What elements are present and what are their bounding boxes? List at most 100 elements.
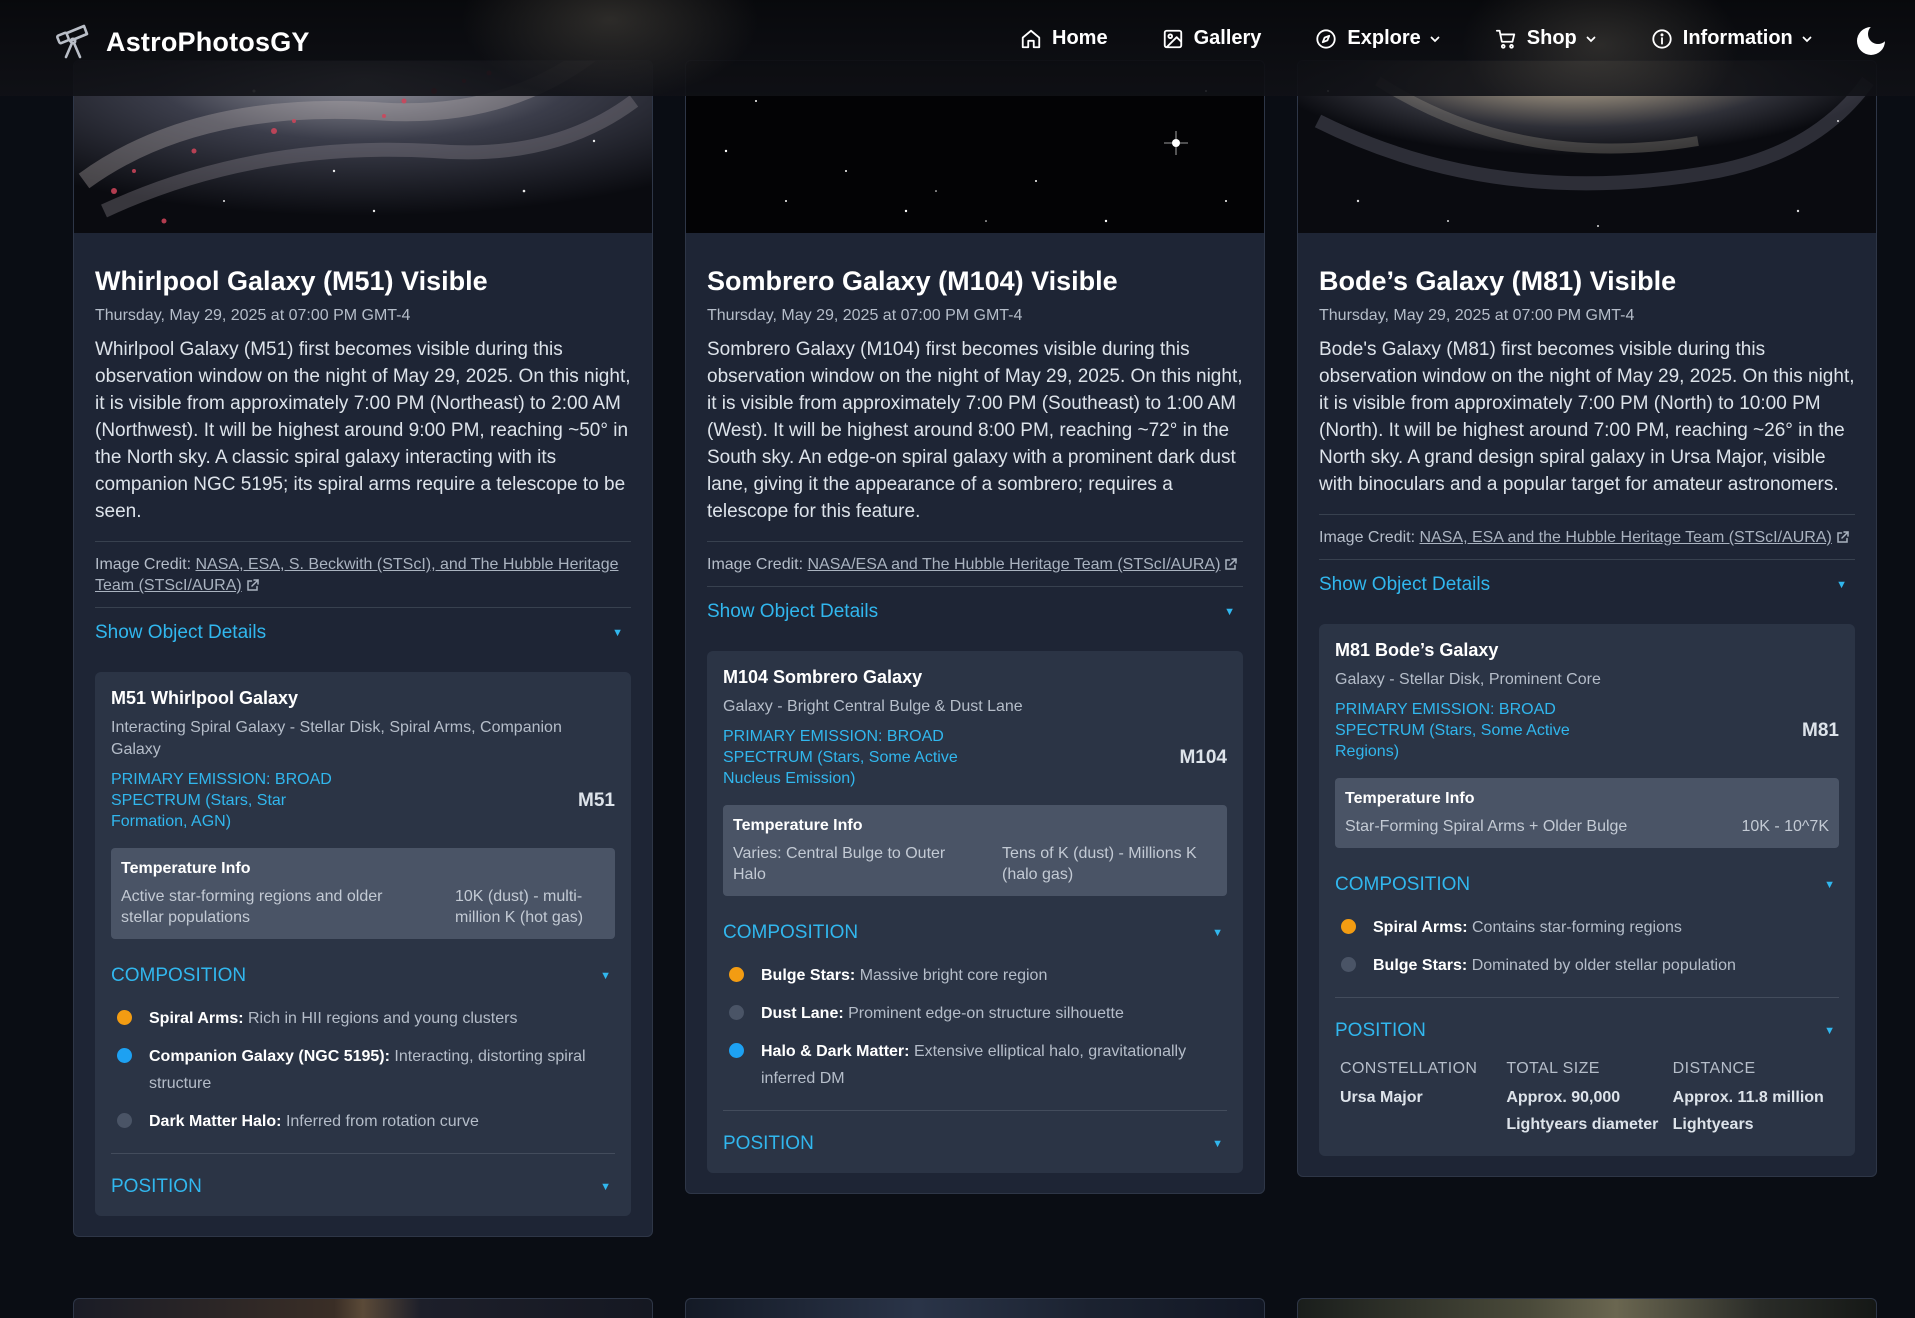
object-code: M81 (1802, 719, 1839, 741)
event-card-m81: Bode’s Galaxy (M81) Visible Thursday, Ma… (1297, 60, 1877, 1177)
composition-text: Prominent edge-on structure silhouette (848, 1005, 1124, 1022)
list-item: Bulge Stars: Dominated by older stellar … (1335, 952, 1839, 979)
moon-icon[interactable] (1856, 26, 1886, 56)
primary-emission: PRIMARY EMISSION: BROAD SPECTRUM (Stars,… (1335, 701, 1570, 760)
list-item: Spiral Arms: Rich in HII regions and you… (111, 1005, 615, 1032)
credit-link[interactable]: NASA/ESA and The Hubble Heritage Team (S… (808, 556, 1239, 573)
nav-gallery-label: Gallery (1193, 27, 1262, 49)
cart-icon (1495, 29, 1515, 49)
show-details-toggle[interactable]: Show Object Details ▼ (707, 586, 1243, 623)
nav-information-label: Information (1682, 27, 1793, 49)
temperature-info: Temperature Info Active star-forming reg… (111, 848, 615, 939)
composition-name: Companion Galaxy (NGC 5195): (149, 1048, 390, 1065)
composition-text: Contains star-forming regions (1472, 919, 1682, 936)
position-value: Ursa Major (1340, 1089, 1423, 1106)
telescope-icon (56, 24, 89, 59)
composition-name: Spiral Arms: (149, 1010, 244, 1027)
composition-text: Inferred from rotation curve (285, 1113, 479, 1130)
caret-down-icon: ▼ (600, 1181, 611, 1193)
composition-list: Bulge Stars: Massive bright core region … (723, 962, 1227, 1092)
home-icon (1021, 29, 1041, 48)
temperature-description: Active star-forming regions and older st… (121, 888, 383, 926)
temperature-title: Temperature Info (121, 860, 251, 877)
show-details-label: Show Object Details (95, 622, 267, 643)
position-key: DISTANCE (1672, 1060, 1756, 1077)
show-details-toggle[interactable]: Show Object Details ▼ (1319, 559, 1855, 596)
credit-label: Image Credit: (95, 556, 192, 573)
caret-down-icon: ▼ (1824, 1025, 1835, 1037)
event-title: Sombrero Galaxy (M104) Visible (707, 266, 1118, 296)
caret-down-icon: ▼ (1824, 879, 1835, 891)
position-toggle[interactable]: POSITION ▼ (1335, 1020, 1839, 1042)
gray-dot-icon (1341, 957, 1356, 972)
position-toggle[interactable]: POSITION ▼ (111, 1176, 615, 1198)
info-icon (1652, 28, 1672, 49)
nav-home[interactable]: Home (1020, 27, 1108, 50)
list-item: Bulge Stars: Massive bright core region (723, 962, 1227, 989)
divider (1335, 997, 1839, 998)
brand-name: AstroPhotosGY (106, 26, 310, 57)
external-link-icon (1225, 558, 1238, 570)
external-link-icon (246, 579, 259, 591)
show-details-toggle[interactable]: Show Object Details ▼ (95, 607, 631, 644)
image-credit: Image Credit: NASA/ESA and The Hubble He… (707, 541, 1243, 575)
list-item: Halo & Dark Matter: Extensive elliptical… (723, 1038, 1227, 1092)
caret-down-icon: ▼ (1224, 606, 1235, 618)
credit-link[interactable]: NASA, ESA and the Hubble Heritage Team (… (1420, 529, 1850, 546)
event-description: Whirlpool Galaxy (M51) first becomes vis… (95, 339, 631, 522)
temperature-row: Star-Forming Spiral Arms + Older Bulge 1… (1345, 816, 1829, 837)
temperature-title: Temperature Info (1345, 790, 1475, 807)
temperature-range: 10K - 10^7K (1741, 818, 1829, 835)
divider (723, 1110, 1227, 1111)
composition-name: Dust Lane: (761, 1005, 844, 1022)
primary-emission: PRIMARY EMISSION: BROAD SPECTRUM (Stars,… (111, 771, 332, 830)
event-date: Thursday, May 29, 2025 at 07:00 PM GMT-4 (95, 307, 411, 324)
composition-label: COMPOSITION (1335, 874, 1471, 895)
composition-name: Bulge Stars: (761, 967, 856, 984)
position-distance: DISTANCE Approx. 11.8 million Lightyears (1673, 1060, 1839, 1138)
composition-text: Dominated by older stellar population (1471, 957, 1736, 974)
next-card-image (73, 1298, 653, 1318)
caret-down-icon: ▼ (1212, 1138, 1223, 1150)
chevron-down-icon (1586, 36, 1596, 42)
composition-toggle[interactable]: COMPOSITION ▼ (1335, 874, 1839, 896)
composition-label: COMPOSITION (723, 922, 859, 943)
nav-shop[interactable]: Shop (1495, 27, 1597, 50)
nav-information[interactable]: Information (1651, 27, 1813, 50)
object-type: Galaxy - Stellar Disk, Prominent Core (1335, 671, 1601, 688)
temperature-range: Tens of K (dust) - Millions K (halo gas) (1002, 845, 1197, 883)
image-credit: Image Credit: NASA, ESA and the Hubble H… (1319, 514, 1855, 548)
position-value: Approx. 11.8 million Lightyears (1672, 1089, 1824, 1133)
position-toggle[interactable]: POSITION ▼ (723, 1133, 1227, 1155)
brand[interactable]: AstroPhotosGY (52, 22, 310, 62)
orange-dot-icon (117, 1010, 132, 1025)
gray-dot-icon (729, 1005, 744, 1020)
caret-down-icon: ▼ (1212, 927, 1223, 939)
object-type: Interacting Spiral Galaxy - Stellar Disk… (111, 719, 562, 758)
gray-dot-icon (117, 1113, 132, 1128)
composition-toggle[interactable]: COMPOSITION ▼ (723, 922, 1227, 944)
temperature-range: 10K (dust) - multi-million K (hot gas) (455, 888, 584, 926)
credit-link-text: NASA, ESA and the Hubble Heritage Team (… (1419, 529, 1832, 546)
list-item: Dust Lane: Prominent edge-on structure s… (723, 1000, 1227, 1027)
nav-shop-label: Shop (1526, 27, 1577, 49)
main-nav: Home Gallery Explore Shop Information (1020, 27, 1867, 50)
object-details-panel: M104 Sombrero Galaxy Galaxy - Bright Cen… (707, 651, 1243, 1173)
position-total-size: TOTAL SIZE Approx. 90,000 Lightyears dia… (1506, 1060, 1672, 1138)
list-item: Companion Galaxy (NGC 5195): Interacting… (111, 1043, 615, 1097)
next-card-image (685, 1298, 1265, 1318)
object-name: M104 Sombrero Galaxy (723, 667, 923, 687)
compass-icon (1316, 28, 1337, 49)
composition-toggle[interactable]: COMPOSITION ▼ (111, 965, 615, 987)
position-key: TOTAL SIZE (1506, 1060, 1600, 1077)
primary-emission: PRIMARY EMISSION: BROAD SPECTRUM (Stars,… (723, 728, 958, 787)
caret-down-icon: ▼ (1836, 579, 1847, 591)
nav-explore[interactable]: Explore (1315, 27, 1440, 50)
caret-down-icon: ▼ (612, 627, 623, 639)
temperature-info: Temperature Info Varies: Central Bulge t… (723, 805, 1227, 896)
nav-gallery[interactable]: Gallery (1162, 27, 1262, 50)
position-grid: CONSTELLATION Ursa Major TOTAL SIZE Appr… (1335, 1060, 1839, 1138)
position-value: Approx. 90,000 Lightyears diameter (1506, 1089, 1659, 1133)
object-details-panel: M81 Bode’s Galaxy Galaxy - Stellar Disk,… (1319, 624, 1855, 1156)
caret-down-icon: ▼ (600, 970, 611, 982)
